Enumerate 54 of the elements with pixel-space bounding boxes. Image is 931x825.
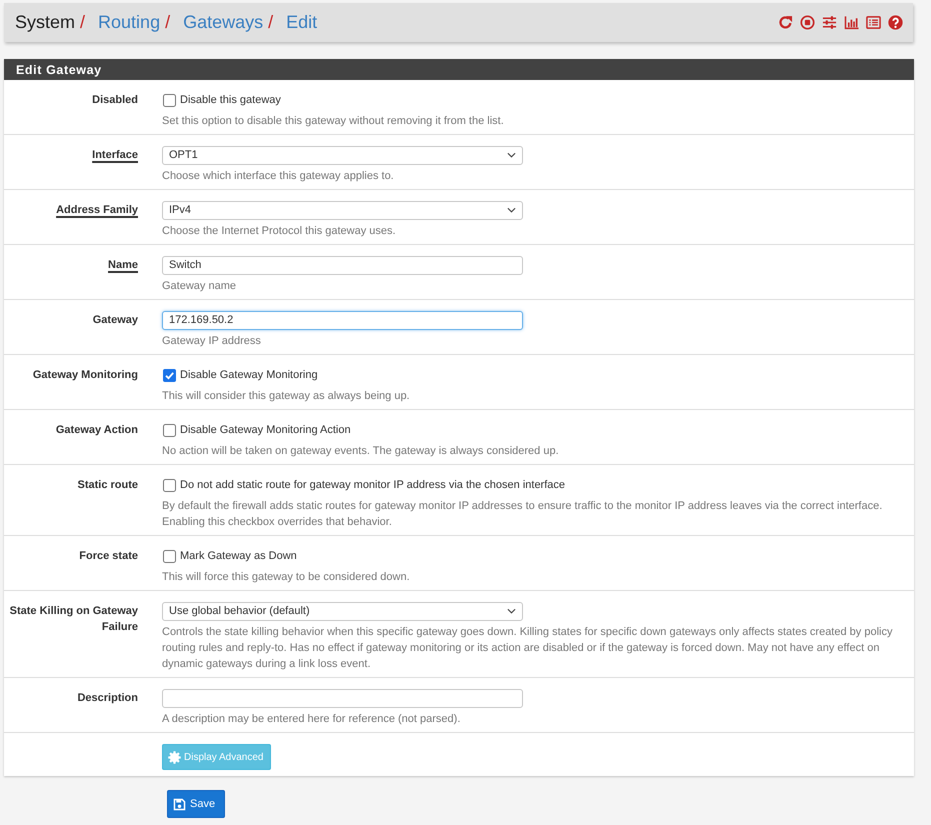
field-label: Name <box>108 259 138 271</box>
help-text: Gateway IP address <box>162 334 262 349</box>
checkbox-label[interactable]: Disable Gateway Monitoring Action <box>180 422 351 438</box>
checkbox[interactable] <box>163 368 176 382</box>
list-icon[interactable] <box>866 15 881 30</box>
breadcrumb-separator: / <box>165 12 170 33</box>
field-label: Description <box>77 692 138 704</box>
checkbox-label[interactable]: Disable Gateway Monitoring <box>180 367 318 383</box>
checkbox[interactable] <box>163 94 176 106</box>
breadcrumb-separator: / <box>268 12 274 33</box>
field-label: Interface <box>92 149 138 161</box>
help-text: This will consider this gateway as always being up. <box>162 389 411 404</box>
field-label: Force state <box>79 550 138 562</box>
help-text: A description may be entered here for reference (not parsed). <box>162 712 462 727</box>
field-label: Gateway Action <box>56 424 138 436</box>
help-text: Choose the Internet Protocol this gateway uses. <box>162 224 397 239</box>
help-text: Set this option to disable this gateway without removing it from the list. <box>162 114 505 129</box>
dropdown-select[interactable]: Use global behavior (default) <box>162 602 523 620</box>
help-text: Choose which interface this gateway applies to. <box>162 169 395 184</box>
checkbox-label[interactable]: Mark Gateway as Down <box>180 548 297 564</box>
gear-icon <box>168 750 181 764</box>
field-label: Disabled <box>92 94 138 106</box>
text-input[interactable]: Switch <box>162 256 523 274</box>
chevron-down-icon <box>507 207 516 213</box>
text-input[interactable] <box>162 688 523 708</box>
dropdown-select[interactable]: IPv4 <box>162 200 523 220</box>
help-text: Gateway name <box>162 279 237 294</box>
help-text: No action will be taken on gateway events. The gateway is always considered up. <box>162 444 560 459</box>
checkbox-label[interactable]: Do not add static route for gateway monitor IP address via the chosen interface <box>180 477 566 493</box>
help-text: By default the firewall adds static routes for gateway monitor IP addresses to ensure traffic to the monitor IP address leaves via the correct interface. Enabling this checkbox overrides that behavior. <box>162 499 884 530</box>
field-label: State Killing on Gateway Failure <box>10 605 138 633</box>
bar-chart-icon[interactable] <box>844 15 859 30</box>
text-input[interactable]: 172.169.50.2 <box>162 310 523 330</box>
breadcrumb-text: System <box>15 12 76 33</box>
field-label: Address Family <box>56 204 138 216</box>
help-text: This will force this gateway to be considered down. <box>162 570 411 585</box>
breadcrumb-separator: / <box>80 12 86 33</box>
help-icon[interactable] <box>888 15 903 30</box>
checkbox[interactable] <box>163 478 176 492</box>
help-text: Controls the state killing behavior when this specific gateway goes down. Killing states for specific down gateways only affects states created by policy routing rules and reply-to. Has no effect if gateway monitoring or its action are disabled or if the gateway is forced down. May not have any effect on dynamic gateways during a link loss event. <box>162 625 894 672</box>
panel-title: Edit Gateway <box>16 62 102 76</box>
checkbox[interactable] <box>163 424 176 436</box>
stop-icon[interactable] <box>800 15 815 30</box>
chevron-down-icon <box>507 152 516 158</box>
reload-icon[interactable] <box>778 15 793 30</box>
dropdown-select[interactable]: OPT1 <box>162 146 523 164</box>
checkbox-label[interactable]: Disable this gateway <box>180 92 281 108</box>
save-button[interactable]: Save <box>167 790 226 818</box>
sliders-icon[interactable] <box>822 15 837 30</box>
chevron-down-icon <box>507 608 516 614</box>
field-label: Gateway <box>92 314 138 326</box>
field-label: Gateway Monitoring <box>32 369 138 381</box>
checkbox[interactable] <box>163 550 176 562</box>
field-label: Static route <box>77 479 138 491</box>
